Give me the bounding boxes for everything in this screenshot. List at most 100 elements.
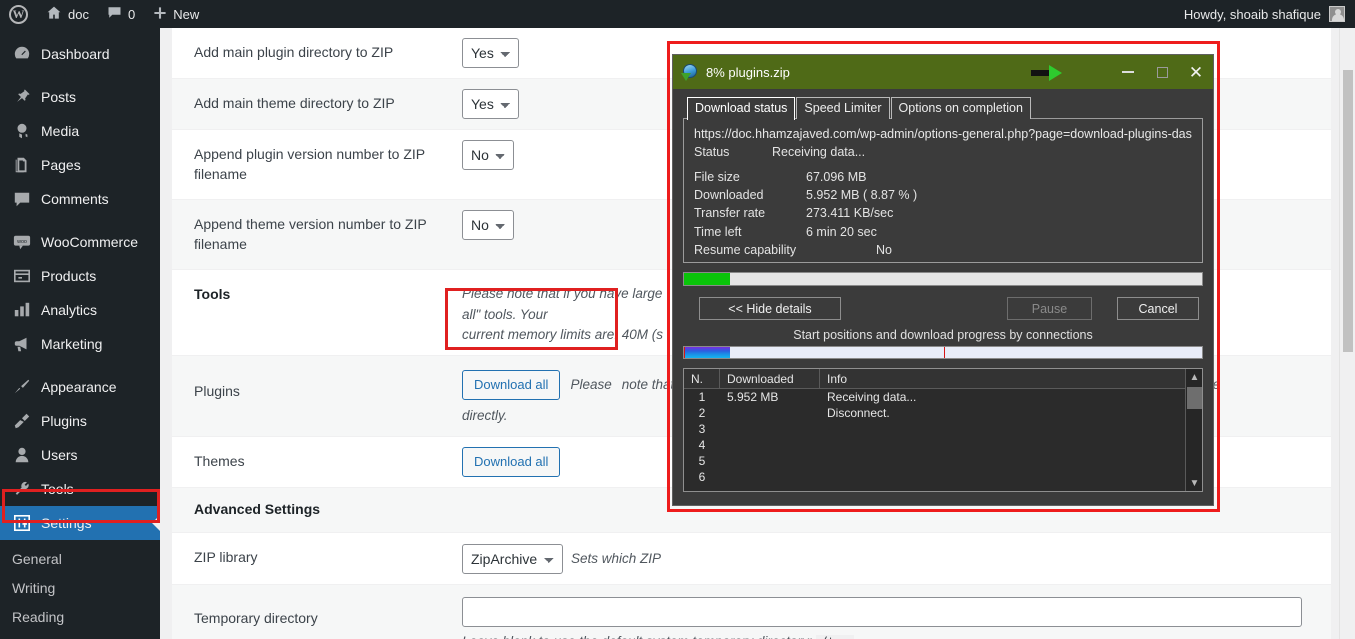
resume-capability-label: Resume capability — [694, 242, 797, 257]
new-label: New — [173, 6, 200, 22]
tab-speed-limiter[interactable]: Speed Limiter — [796, 97, 890, 119]
plugins-download-all-button[interactable]: Download all — [462, 370, 561, 401]
append-plugin-version-select[interactable]: No — [462, 140, 514, 170]
scroll-up-icon[interactable]: ▲ — [1186, 369, 1202, 385]
downloaded-value: 5.952 MB ( 8.87 % ) — [806, 188, 918, 203]
download-url: https://doc.hhamzajaved.com/wp-admin/opt… — [694, 127, 1192, 141]
media-icon — [12, 121, 32, 141]
status-value: Receiving data... — [772, 145, 866, 159]
tab-download-status[interactable]: Download status — [687, 97, 796, 120]
sidebar-item-pages[interactable]: Pages — [0, 148, 160, 182]
submenu-item-general[interactable]: General — [0, 544, 160, 573]
menu-spacer-3 — [0, 361, 160, 370]
zip-library-select[interactable]: ZipArchive — [462, 543, 563, 574]
zip-library-desc: Sets which ZIP — [571, 550, 662, 566]
status-row: Status Receiving data... — [694, 143, 1192, 161]
sidebar-item-label: Media — [41, 123, 80, 139]
sidebar-item-analytics[interactable]: Analytics — [0, 293, 160, 327]
table-row[interactable]: 5 — [684, 453, 1185, 469]
sidebar-item-label: WooCommerce — [41, 234, 138, 250]
sidebar-item-appearance[interactable]: Appearance — [0, 370, 160, 404]
maximize-button[interactable] — [1145, 55, 1179, 89]
submenu-item-writing[interactable]: Writing — [0, 573, 160, 602]
comment-bubble-icon — [107, 5, 122, 23]
resume-capability-value: No — [876, 242, 892, 257]
hide-details-button[interactable]: << Hide details — [699, 297, 841, 320]
table-row[interactable]: 4 — [684, 437, 1185, 453]
new-content-menu[interactable]: New — [144, 0, 208, 28]
sidebar-item-posts[interactable]: Posts — [0, 80, 160, 114]
pages-icon — [12, 155, 32, 175]
comment-icon — [12, 189, 32, 209]
avatar — [1329, 6, 1345, 22]
analytics-icon — [12, 300, 32, 320]
pin-icon — [12, 87, 32, 107]
megaphone-icon — [12, 334, 32, 354]
minimize-button[interactable] — [1111, 55, 1145, 89]
overall-progress-bar — [683, 272, 1203, 286]
sidebar-item-tools[interactable]: Tools — [0, 472, 160, 506]
add-main-theme-dir-select[interactable]: Yes — [462, 89, 519, 119]
sidebar-item-label: Pages — [41, 157, 81, 173]
howdy-label: Howdy, shoaib shafique — [1183, 6, 1321, 22]
scroll-down-icon[interactable]: ▼ — [1186, 475, 1202, 491]
sidebar-item-woocommerce[interactable]: woo WooCommerce — [0, 225, 160, 259]
settings-submenu: General Writing Reading — [0, 540, 160, 631]
connection-marker-2 — [944, 347, 946, 358]
sidebar-item-label: Analytics — [41, 302, 98, 318]
submenu-item-reading[interactable]: Reading — [0, 602, 160, 631]
table-row[interactable]: 2 Disconnect. — [684, 405, 1185, 421]
admin-bar-right[interactable]: Howdy, shoaib shafique — [1184, 6, 1355, 22]
page-scrollbar[interactable] — [1339, 28, 1355, 639]
tab-options-on-completion[interactable]: Options on completion — [890, 97, 1031, 119]
sidebar-item-products[interactable]: Products — [0, 259, 160, 293]
sidebar-item-settings[interactable]: Settings — [0, 506, 160, 540]
cancel-button[interactable]: Cancel — [1117, 297, 1199, 320]
add-main-plugin-dir-select[interactable]: Yes — [462, 38, 519, 68]
sidebar-item-marketing[interactable]: Marketing — [0, 327, 160, 361]
table-row[interactable]: 6 — [684, 469, 1185, 485]
cell-number: 5 — [698, 454, 706, 468]
append-theme-version-select[interactable]: No — [462, 210, 514, 241]
connections-table-scrollbar[interactable]: ▲ ▼ — [1185, 369, 1202, 491]
wp-logo-menu[interactable] — [0, 0, 37, 28]
themes-download-all-button[interactable]: Download all — [462, 447, 561, 478]
downloaded-label: Downloaded — [694, 188, 764, 203]
idm-body: Download status Speed Limiter Options on… — [673, 89, 1213, 500]
site-name-menu[interactable]: doc — [37, 0, 98, 28]
idm-titlebar: 8% plugins.zip ✕ — [673, 55, 1213, 89]
sidebar-item-dashboard[interactable]: Dashboard — [0, 37, 160, 71]
sidebar-item-media[interactable]: Media — [0, 114, 160, 148]
table-row[interactable]: 1 5.952 MB Receiving data... — [684, 389, 1185, 405]
temporary-directory-cell: Leave blank to use the default system te… — [462, 585, 1331, 639]
close-button[interactable]: ✕ — [1179, 55, 1213, 89]
scrollbar-thumb[interactable] — [1187, 387, 1202, 409]
temporary-directory-label: Temporary directory — [194, 609, 318, 626]
table-row[interactable]: 3 — [684, 421, 1185, 437]
overall-progress-fill — [684, 273, 730, 285]
idm-window-title: 8% plugins.zip — [706, 64, 790, 80]
page-scrollbar-thumb[interactable] — [1343, 70, 1353, 352]
tools-desc-line1: Please note that if you have large — [462, 286, 663, 302]
paintbrush-icon — [12, 377, 32, 397]
temporary-directory-input[interactable] — [462, 596, 1302, 627]
cell-downloaded: 5.952 MB — [727, 390, 779, 404]
resume-capability-row: Resume capability No — [694, 241, 1192, 259]
sidebar-item-label: Dashboard — [41, 46, 110, 62]
connections-table: N. Downloaded Info 1 5.952 MB Receiving … — [683, 368, 1203, 492]
dashboard-icon — [12, 44, 32, 64]
cell-number: 4 — [698, 438, 706, 452]
cell-number: 1 — [698, 390, 706, 404]
temporary-directory-desc-post: . — [854, 634, 858, 639]
menu-spacer-1 — [0, 71, 160, 80]
sidebar-item-plugins[interactable]: Plugins — [0, 404, 160, 438]
plus-icon — [153, 6, 167, 23]
pause-button[interactable]: Pause — [1007, 297, 1092, 320]
comments-menu[interactable]: 0 — [98, 0, 144, 28]
settings-sliders-icon — [12, 513, 32, 533]
sidebar-item-users[interactable]: Users — [0, 438, 160, 472]
svg-text:woo: woo — [16, 239, 27, 245]
sidebar-item-comments[interactable]: Comments — [0, 182, 160, 216]
status-label: Status — [694, 145, 730, 159]
sidebar-item-label: Products — [41, 268, 97, 284]
